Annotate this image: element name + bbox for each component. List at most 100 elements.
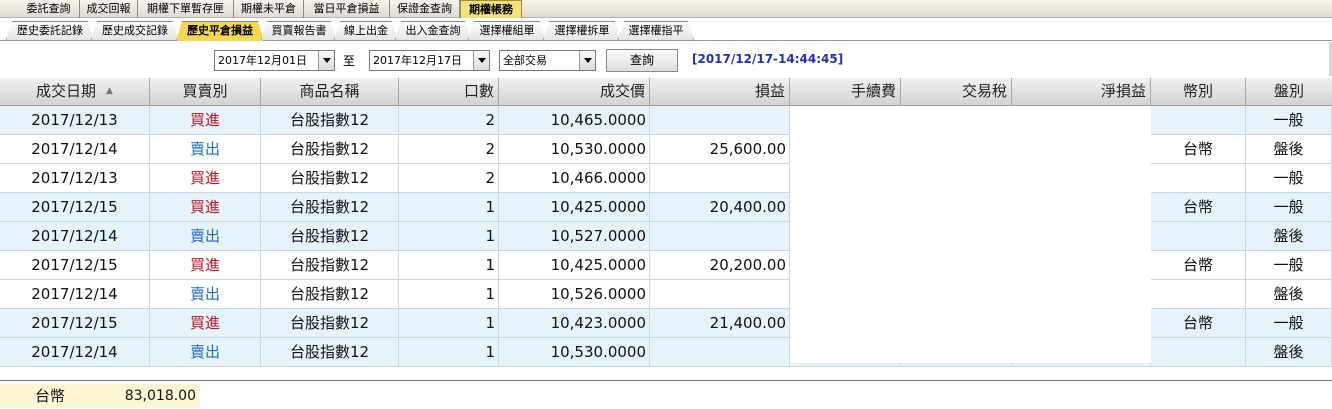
chevron-down-icon[interactable]	[579, 51, 595, 70]
column-header-qty[interactable]: 口數	[399, 78, 499, 106]
tab-open-positions[interactable]: 期權未平倉	[234, 0, 304, 18]
cell-qty: 2	[399, 135, 499, 164]
end-date-picker[interactable]: 2017年12月17日	[369, 50, 490, 71]
cell-pnl	[650, 280, 790, 309]
cell-currency	[1151, 222, 1246, 251]
cell-side: 買進	[150, 251, 261, 280]
search-button[interactable]: 查詢	[606, 49, 678, 72]
subtab-fund-query[interactable]: 出入金查詢	[395, 21, 471, 40]
cell-price: 10,465.0000	[499, 106, 650, 135]
sub-tab-bar: 歷史委託記錄 歷史成交記錄 歷史平倉損益 買賣報告書 線上出金 出入金查詢 選擇…	[0, 18, 1332, 41]
tab-order-staging[interactable]: 期權下單暫存匣	[138, 0, 234, 18]
cell-qty: 1	[399, 280, 499, 309]
cell-qty: 2	[399, 106, 499, 135]
cell-qty: 1	[399, 309, 499, 338]
cell-pnl	[650, 222, 790, 251]
cell-qty: 1	[399, 251, 499, 280]
tab-account[interactable]: 期權帳務	[460, 0, 522, 18]
subtab-online-withdraw[interactable]: 線上出金	[334, 21, 398, 40]
date-range-separator: 至	[343, 54, 356, 68]
cell-session: 一般	[1246, 106, 1332, 135]
cell-session: 一般	[1246, 309, 1332, 338]
cell-currency: 台幣	[1151, 309, 1246, 338]
column-header-label: 成交日期	[36, 82, 97, 100]
start-date-picker[interactable]: 2017年12月01日	[214, 50, 335, 71]
tab-order-query[interactable]: 委託查詢	[18, 0, 80, 18]
blank-overlay-panel	[790, 106, 1151, 363]
column-header-fee[interactable]: 手續費	[790, 78, 901, 106]
cell-date: 2017/12/15	[0, 193, 150, 222]
cell-price: 10,423.0000	[499, 309, 650, 338]
cell-currency	[1151, 164, 1246, 193]
subtab-trade-report[interactable]: 買賣報告書	[261, 21, 337, 40]
chevron-down-icon[interactable]	[318, 51, 334, 70]
cell-side: 買進	[150, 193, 261, 222]
cell-session: 盤後	[1246, 222, 1332, 251]
cell-product: 台股指數12	[261, 106, 399, 135]
cell-session: 盤後	[1246, 338, 1332, 367]
cell-price: 10,425.0000	[499, 251, 650, 280]
cell-currency	[1151, 280, 1246, 309]
cell-price: 10,530.0000	[499, 135, 650, 164]
subtab-option-split[interactable]: 選擇權拆單	[543, 21, 621, 40]
subtab-option-combine[interactable]: 選擇權組單	[468, 21, 546, 40]
trade-type-select[interactable]: 全部交易	[499, 50, 596, 71]
column-header-product[interactable]: 商品名稱	[261, 78, 399, 106]
cell-product: 台股指數12	[261, 251, 399, 280]
cell-session: 盤後	[1246, 280, 1332, 309]
column-header-tax[interactable]: 交易稅	[901, 78, 1012, 106]
cell-pnl	[650, 338, 790, 367]
query-bar: 2017年12月01日 至 2017年12月17日 全部交易 查詢 [2017/…	[0, 42, 1332, 76]
cell-product: 台股指數12	[261, 309, 399, 338]
tab-margin-query[interactable]: 保證金查詢	[390, 0, 460, 18]
tab-daily-closed-pnl[interactable]: 當日平倉損益	[304, 0, 390, 18]
subtab-history-closed-pnl[interactable]: 歷史平倉損益	[176, 21, 264, 41]
tab-fill-report[interactable]: 成交回報	[80, 0, 138, 18]
cell-pnl	[650, 106, 790, 135]
cell-date: 2017/12/14	[0, 338, 150, 367]
subtab-history-orders[interactable]: 歷史委託記錄	[6, 21, 94, 40]
chevron-down-icon[interactable]	[473, 51, 489, 70]
subtab-option-close[interactable]: 選擇權指平	[618, 21, 694, 40]
cell-currency	[1151, 338, 1246, 367]
column-header-price[interactable]: 成交價	[499, 78, 650, 106]
cell-date: 2017/12/14	[0, 280, 150, 309]
cell-date: 2017/12/15	[0, 251, 150, 280]
cell-date: 2017/12/13	[0, 106, 150, 135]
query-timestamp: [2017/12/17-14:44:45]	[692, 52, 844, 66]
cell-qty: 1	[399, 222, 499, 251]
cell-price: 10,425.0000	[499, 193, 650, 222]
cell-date: 2017/12/14	[0, 222, 150, 251]
subtab-history-fills[interactable]: 歷史成交記錄	[91, 21, 179, 40]
sort-ascending-icon[interactable]: ▲	[106, 86, 113, 96]
cell-side: 賣出	[150, 338, 261, 367]
cell-side: 賣出	[150, 222, 261, 251]
cell-product: 台股指數12	[261, 280, 399, 309]
cell-currency: 台幣	[1151, 251, 1246, 280]
column-header-pnl[interactable]: 損益	[650, 78, 790, 106]
cell-price: 10,527.0000	[499, 222, 650, 251]
column-header-net-pnl[interactable]: 淨損益	[1012, 78, 1151, 106]
cell-currency: 台幣	[1151, 193, 1246, 222]
top-tab-bar: 委託查詢 成交回報 期權下單暫存匣 期權未平倉 當日平倉損益 保證金查詢 期權帳…	[0, 0, 1332, 18]
column-header-date[interactable]: 成交日期 ▲	[0, 78, 150, 106]
cell-price: 10,530.0000	[499, 338, 650, 367]
column-header-side[interactable]: 買賣別	[150, 78, 261, 106]
cell-pnl	[650, 164, 790, 193]
cell-qty: 1	[399, 338, 499, 367]
cell-session: 一般	[1246, 251, 1332, 280]
summary-currency: 台幣	[0, 384, 100, 408]
trade-type-value: 全部交易	[503, 54, 547, 67]
cell-product: 台股指數12	[261, 193, 399, 222]
column-header-currency[interactable]: 幣別	[1151, 78, 1246, 106]
summary-total: 83,018.00	[100, 384, 200, 408]
cell-product: 台股指數12	[261, 222, 399, 251]
cell-side: 買進	[150, 106, 261, 135]
column-header-session[interactable]: 盤別	[1246, 78, 1332, 106]
cell-price: 10,526.0000	[499, 280, 650, 309]
cell-price: 10,466.0000	[499, 164, 650, 193]
cell-session: 一般	[1246, 193, 1332, 222]
cell-session: 盤後	[1246, 135, 1332, 164]
cell-qty: 1	[399, 193, 499, 222]
cell-date: 2017/12/14	[0, 135, 150, 164]
